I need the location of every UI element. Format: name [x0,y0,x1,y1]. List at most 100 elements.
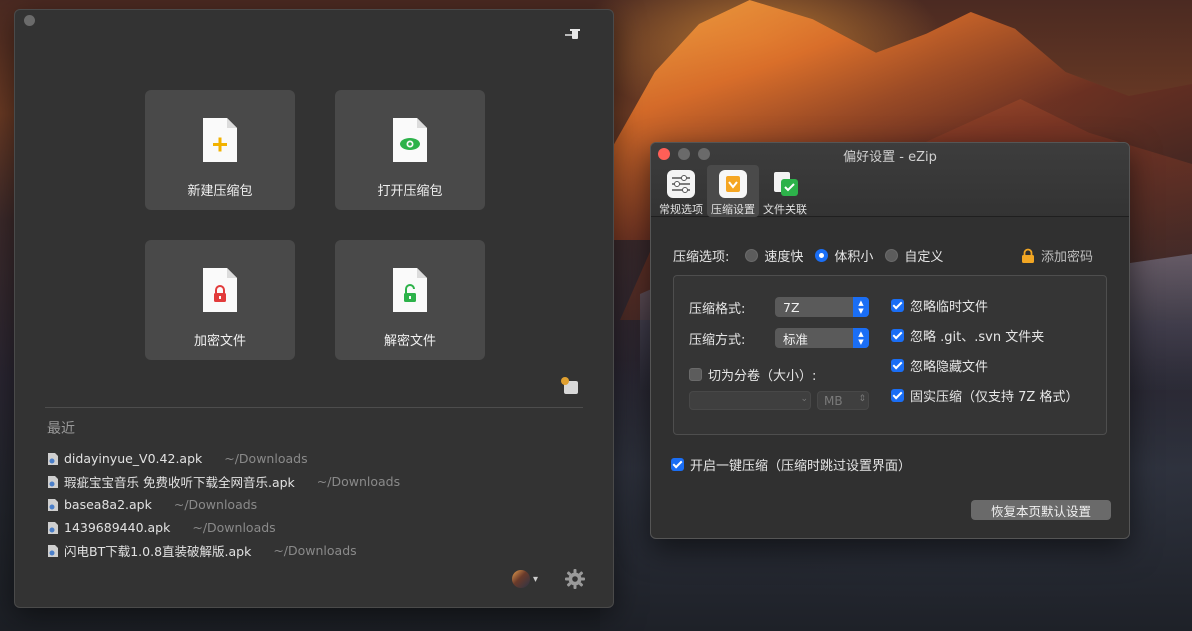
stepper-arrows-icon: ▲ ▼ [853,328,869,348]
archive-tool-icon[interactable] [560,376,580,396]
recent-path: ~/Downloads [273,543,357,558]
apk-file-icon [48,452,58,465]
split-unit-select[interactable]: MB ⇕ [817,391,869,410]
method-row: 压缩方式: 标准 ▲ ▼ [689,328,869,348]
window-title: 偏好设置 - eZip [843,150,937,165]
recent-name: 1439689440.apk [64,520,171,535]
method-value: 标准 [783,331,809,347]
apk-file-icon [48,498,58,511]
radio-small[interactable]: 体积小 [815,246,873,265]
preferences-window: 偏好设置 - eZip 常规选项 压缩设置 文件关联 压缩选项: 速度快 体积小… [650,142,1130,539]
radio-label: 速度快 [764,250,804,265]
ezip-main-window: 新建压缩包 打开压缩包 加密文件 解密文件 最近 didayinyue_V0.4… [14,9,614,608]
tab-label: 压缩设置 [711,203,755,216]
format-select[interactable]: 7Z ▲ ▼ [775,297,869,317]
checkbox-checked [891,359,904,372]
split-size-select[interactable]: ⌄ [689,391,811,410]
checkbox-checked [891,329,904,342]
stepper-arrows-icon: ⇕ [858,394,866,404]
recent-item[interactable]: didayinyue_V0.42.apk ~/Downloads [47,447,400,470]
compress-option-label: 压缩选项: [673,250,730,265]
solid-compress-checkbox[interactable]: 固实压缩（仅支持 7Z 格式） [891,386,1078,405]
new-archive-tile[interactable]: 新建压缩包 [145,90,295,210]
compress-icon [719,170,747,198]
recent-name: 瑕疵宝宝音乐 免费收听下载全网音乐.apk [64,475,295,490]
restore-defaults-button[interactable]: 恢复本页默认设置 [971,500,1111,520]
recent-name: basea8a2.apk [64,497,152,512]
apk-file-icon [48,521,58,534]
pref-toolbar: 常规选项 压缩设置 文件关联 [655,165,811,217]
radio-button [745,249,759,262]
ignore-hidden-checkbox[interactable]: 忽略隐藏文件 [891,356,988,375]
method-label: 压缩方式: [689,332,746,348]
gear-icon[interactable] [564,568,586,590]
recent-item[interactable]: 1439689440.apk ~/Downloads [47,516,400,539]
open-archive-tile[interactable]: 打开压缩包 [335,90,485,210]
tile-label: 新建压缩包 [187,184,253,199]
plus-doc-icon [201,116,239,164]
tab-label: 文件关联 [763,203,807,216]
checkbox-label: 忽略隐藏文件 [910,360,989,375]
ignore-temp-checkbox[interactable]: 忽略临时文件 [891,296,988,315]
apk-file-icon [48,544,58,557]
close-button[interactable] [24,15,35,26]
recent-name: 闪电BT下载1.0.8直装破解版.apk [64,544,252,559]
sliders-icon [667,170,695,198]
tile-label: 加密文件 [193,334,246,349]
recent-item[interactable]: basea8a2.apk ~/Downloads [47,493,400,516]
compress-option-row: 压缩选项: 速度快 体积小 自定义 [673,246,955,265]
recent-item[interactable]: 瑕疵宝宝音乐 免费收听下载全网音乐.apk ~/Downloads [47,470,400,493]
pin-icon[interactable] [563,28,583,44]
split-label: 切为分卷（大小）: [708,369,817,384]
format-label: 压缩格式: [689,301,746,317]
one-click-checkbox[interactable]: 开启一键压缩（压缩时跳过设置界面） [671,455,911,474]
recent-path: ~/Downloads [316,474,401,489]
titlebar: 偏好设置 - eZip 常规选项 压缩设置 文件关联 [651,143,1129,217]
ignore-git-checkbox[interactable]: 忽略 .git、.svn 文件夹 [891,326,1044,345]
eye-doc-icon [391,116,429,164]
split-size-row: ⌄ MB ⇕ [689,391,869,410]
recent-path: ~/Downloads [224,451,308,466]
file-check-icon [771,170,799,198]
add-password-button[interactable]: 添加密码 [1021,246,1093,265]
tab-association[interactable]: 文件关联 [759,165,811,217]
lock-icon [1022,248,1034,263]
split-unit: MB [824,393,843,408]
format-value: 7Z [783,299,800,315]
split-volume-checkbox[interactable]: 切为分卷（大小）: [689,365,816,384]
divider [45,407,583,408]
chevron-down-icon: ▾ [533,573,539,585]
tab-general[interactable]: 常规选项 [655,165,707,217]
chevron-down-icon: ⌄ [800,394,808,404]
add-password-label: 添加密码 [1041,250,1094,265]
radio-button [885,249,899,262]
apk-file-icon [48,475,58,488]
recent-path: ~/Downloads [192,520,276,535]
decrypt-file-tile[interactable]: 解密文件 [335,240,485,360]
recent-item[interactable]: 闪电BT下载1.0.8直装破解版.apk ~/Downloads [47,539,400,562]
radio-custom[interactable]: 自定义 [885,246,943,265]
checkbox-label: 忽略 .git、.svn 文件夹 [910,330,1045,345]
recent-heading: 最近 [47,421,75,437]
checkbox [689,368,702,381]
theme-icon [512,570,530,588]
tab-label: 常规选项 [659,203,703,216]
checkbox-label: 忽略临时文件 [910,300,989,315]
recent-name: didayinyue_V0.42.apk [64,451,203,466]
radio-label: 体积小 [834,250,874,265]
encrypt-file-tile[interactable]: 加密文件 [145,240,295,360]
checkbox-checked [671,458,684,471]
tab-compress[interactable]: 压缩设置 [707,165,759,217]
theme-selector[interactable]: ▾ [512,570,546,588]
format-row: 压缩格式: 7Z ▲ ▼ [689,297,869,317]
radio-button-selected [815,249,829,262]
radio-fast[interactable]: 速度快 [745,246,803,265]
recent-path: ~/Downloads [173,497,258,512]
unlock-doc-icon [391,266,429,314]
checkbox-label: 固实压缩（仅支持 7Z 格式） [910,390,1079,405]
radio-label: 自定义 [904,250,944,265]
tile-label: 解密文件 [383,334,436,349]
method-select[interactable]: 标准 ▲ ▼ [775,328,869,348]
checkbox-checked [891,389,904,402]
checkbox-label: 开启一键压缩（压缩时跳过设置界面） [690,459,912,474]
